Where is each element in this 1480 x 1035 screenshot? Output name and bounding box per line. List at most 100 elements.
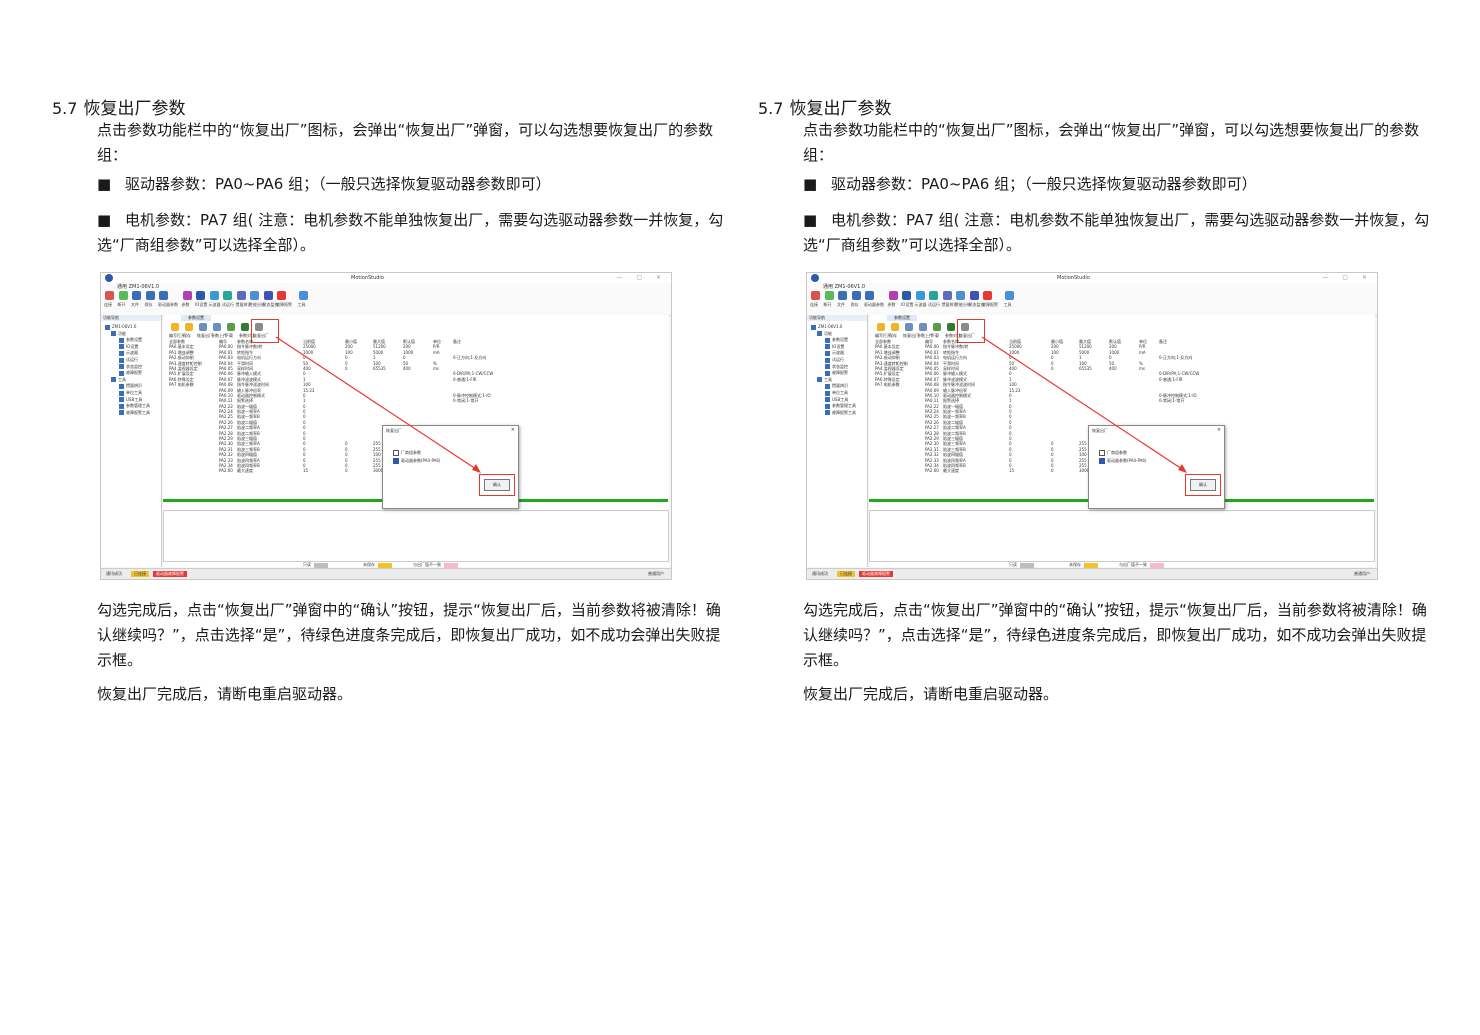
ribbon-12-icon[interactable] [969,291,979,300]
status-user: 普通用户 [648,571,664,576]
nav-item-icon [825,344,830,350]
ribbon-12-icon[interactable] [263,291,273,300]
intro-paragraph: 点击参数功能栏中的“恢复出厂”图标，会弹出“恢复出厂”弹窗，可以勾选想要恢复出厂… [97,121,714,164]
confirm-paragraph: 勾选完成后，点击“恢复出厂”弹窗中的“确认”按钮，提示“恢复出厂后，当前参数将被… [803,601,1427,669]
nav-item[interactable]: 参数管理工具 [119,403,150,409]
section-title: 5.7 恢复出厂参数 [52,94,185,119]
ribbon-6-icon[interactable] [182,291,192,300]
nav-item[interactable]: 工具 [111,377,126,383]
ribbon-5-icon[interactable] [865,291,874,300]
nav-item[interactable]: ZM1-06V1.0 [811,324,842,330]
arrow-line [275,336,480,472]
ribbon-2-icon[interactable] [824,291,834,300]
nav-item-icon [119,410,124,416]
nav-item[interactable]: 参数设置 [825,337,848,343]
function-navigation: 功能导航 ZM1-06V1.0 功能 参数设置 IO设置 示波器 试运行 状态监控 故障报警 工具… [807,315,868,567]
nav-item[interactable]: IO设置 [825,344,844,350]
ribbon-7-icon[interactable] [196,291,205,300]
ribbon-13-icon[interactable] [983,291,992,300]
nav-item[interactable]: 示波器 [825,350,844,356]
nav-item-label: 单位工具 [126,390,142,395]
nav-item-label: IO设置 [126,343,139,349]
ribbon-tabs[interactable]: 通用 ZM1-06V1.0 [117,283,159,290]
ribbon-label: 文件 [837,302,845,307]
ribbon-10-icon[interactable] [942,291,952,300]
nav-item[interactable]: 单位工具 [825,390,848,396]
nav-item[interactable]: IO设置 [119,344,138,350]
app-logo-icon [105,274,113,282]
ribbon-13-icon[interactable] [277,291,286,300]
ribbon-14-icon[interactable] [1004,291,1014,300]
bullet-text: 驱动器参数：PA0~PA6 组；（一般只选择恢复驱动器参数即可） [831,175,1257,193]
nav-item[interactable]: 惯量辨识 [119,383,142,389]
ribbon-3-icon[interactable] [132,291,141,300]
ribbon-label: 参数 [181,302,190,307]
nav-item[interactable]: 状态监控 [119,364,142,370]
ribbon-10-icon[interactable] [236,291,246,300]
nav-item-label: 故障报警工具 [126,409,150,415]
ribbon-3-icon[interactable] [838,291,847,300]
final-note: 恢复出厂完成后，请断电重启驱动器。 [803,685,1059,703]
nav-item-icon [119,337,124,343]
ribbon-1-icon[interactable] [105,291,114,300]
nav-item[interactable]: 试运行 [119,357,138,363]
ribbon-label: 示波器 [914,302,927,307]
nav-item[interactable]: 参数管理工具 [825,403,856,409]
nav-item-label: 参数管理工具 [126,403,150,409]
nav-item-label: 参数设置 [126,337,142,343]
ribbon: 通用 ZM1-06V1.0 连接 断开 文件 保存 驱动器参数 参数 IO设置 示波器 试运行 惯量… [101,283,671,316]
nav-item-label: ZM1-06V1.0 [818,324,843,329]
nav-item[interactable]: 试运行 [825,357,844,363]
nav-item[interactable]: 故障报警 [119,370,142,376]
bullet-motor-params: 电机参数：PA7 组( 注意：电机参数不能单独恢复出厂，需要勾选驱动器参数一并恢… [97,208,727,258]
ribbon-9-icon[interactable] [223,291,232,300]
ribbon-1-icon[interactable] [811,291,820,300]
ribbon-7-icon[interactable] [902,291,911,300]
nav-item[interactable]: USB工具 [119,397,142,403]
nav-item-icon [825,357,830,363]
nav-item[interactable]: 故障报警工具 [825,410,856,416]
nav-item[interactable]: 示波器 [119,350,138,356]
nav-item[interactable]: 参数设置 [119,337,142,343]
nav-item[interactable]: 故障报警 [825,370,848,376]
ribbon-11-icon[interactable] [250,291,259,300]
window-controls[interactable]: — ▢ × [1322,274,1373,281]
nav-item-label: 故障报警工具 [832,409,856,415]
nav-item[interactable]: ZM1-06V1.0 [105,324,136,330]
status-comm: 通讯成功 [106,571,122,576]
nav-item-icon [119,403,124,409]
nav-item-icon [825,397,830,403]
nav-item-label: 状态监控 [832,363,848,369]
nav-item-label: 故障报警 [126,370,142,376]
nav-item-label: USB工具 [832,396,849,402]
ribbon-5-icon[interactable] [159,291,168,300]
nav-item[interactable]: 单位工具 [119,390,142,396]
ribbon-11-icon[interactable] [956,291,965,300]
software-screenshot: MotionStudio — ▢ × 通用 ZM1-06V1.0 连接 断开 文件 保存 驱动… [806,272,1378,580]
status-connected: 已连接 [131,571,149,577]
section-title-text: 恢复出厂参数 [83,99,186,119]
ribbon-tabs[interactable]: 通用 ZM1-06V1.0 [823,283,865,290]
nav-item[interactable]: USB工具 [825,397,848,403]
nav-item-icon [119,350,124,356]
ribbon-9-icon[interactable] [929,291,938,300]
ribbon-8-icon[interactable] [209,291,219,300]
ribbon-4-icon[interactable] [145,291,155,300]
nav-item-label: 惯量辨识 [126,383,142,389]
nav-item[interactable]: 功能 [817,331,832,337]
ribbon-6-icon[interactable] [888,291,898,300]
nav-item[interactable]: 状态监控 [825,364,848,370]
nav-item[interactable]: 工具 [817,377,832,383]
nav-item[interactable]: 故障报警工具 [119,410,150,416]
ribbon-4-icon[interactable] [851,291,861,300]
ribbon-14-icon[interactable] [298,291,308,300]
nav-item[interactable]: 惯量辨识 [825,383,848,389]
nav-item-icon [111,331,116,337]
nav-item-icon [119,357,124,363]
ribbon-2-icon[interactable] [118,291,128,300]
nav-item-icon [825,337,830,343]
nav-item[interactable]: 功能 [111,331,126,337]
ribbon-8-icon[interactable] [915,291,925,300]
ribbon-label: 文件 [131,302,139,307]
window-controls[interactable]: — ▢ × [616,274,667,281]
